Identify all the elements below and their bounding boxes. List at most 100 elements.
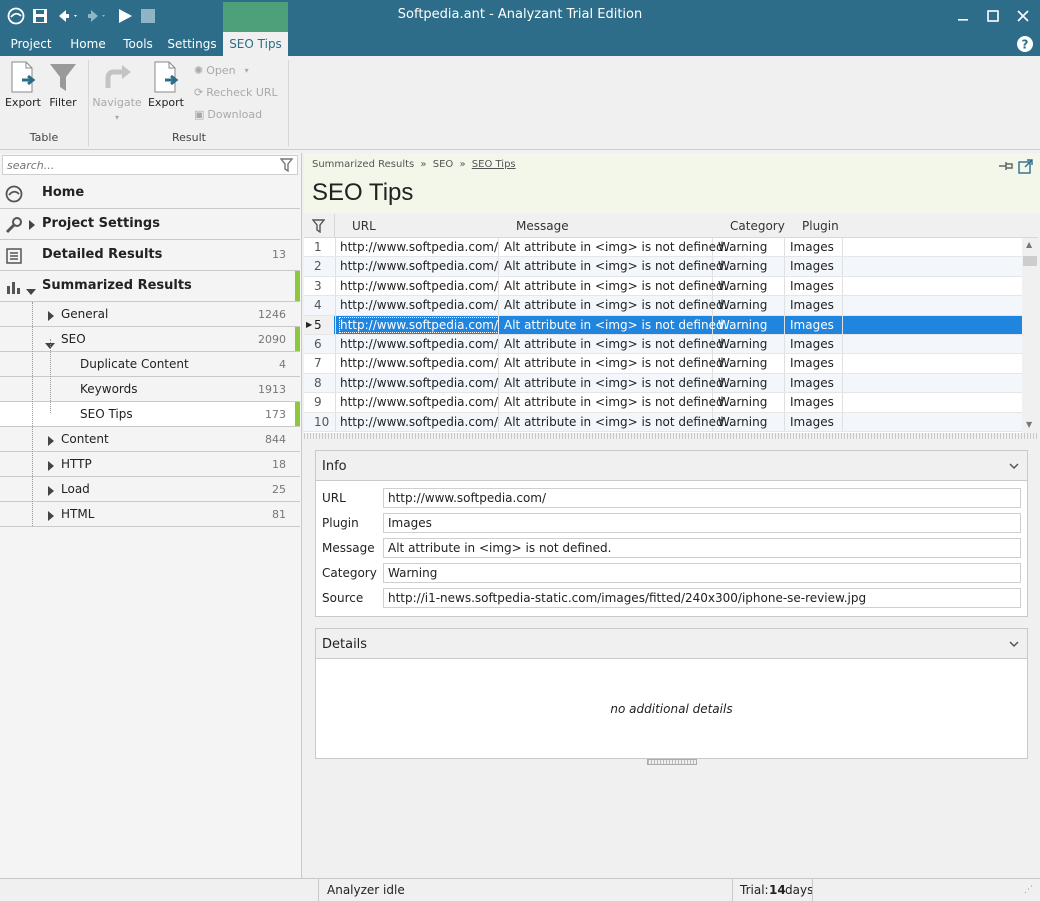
scroll-up-icon[interactable]: ▲ [1026, 240, 1032, 249]
cell-plugin[interactable]: Images [790, 356, 834, 370]
expand-icon[interactable] [48, 460, 54, 474]
cell-category[interactable]: Warning [718, 259, 767, 273]
minimize-icon[interactable] [950, 6, 976, 26]
cell-message[interactable]: Alt attribute in <img> is not defined. [504, 356, 727, 370]
table-row[interactable]: 10 http://www.softpedia.com/Alt attribute… [304, 412, 1022, 432]
info-panel-header[interactable]: Info [316, 451, 1027, 481]
nav-keywords[interactable]: Keywords 1913 [0, 377, 300, 402]
cell-plugin[interactable]: Images [790, 415, 834, 429]
cell-plugin[interactable]: Images [790, 279, 834, 293]
grid-scrollbar[interactable]: ▲ ▼ [1022, 238, 1038, 433]
nav-load[interactable]: Load 25 [0, 477, 300, 502]
table-row[interactable]: 2 http://www.softpedia.com/Alt attribute … [304, 257, 1022, 277]
chevron-down-icon[interactable] [1009, 460, 1019, 475]
cell-url[interactable]: http://www.softpedia.com/ [340, 395, 498, 409]
splitter[interactable] [304, 433, 1038, 439]
menu-project[interactable]: Project [4, 32, 58, 56]
menu-seo-tips[interactable]: SEO Tips [223, 32, 288, 56]
close-icon[interactable] [1010, 6, 1036, 26]
cell-message[interactable]: Alt attribute in <img> is not defined. [504, 376, 727, 390]
nav-home[interactable]: Home [0, 178, 300, 209]
resize-grip-icon[interactable]: ⋰ [1024, 885, 1033, 895]
search-input[interactable] [3, 156, 263, 174]
table-row[interactable]: 3 http://www.softpedia.com/Alt attribute … [304, 276, 1022, 297]
nav-duplicate-content[interactable]: Duplicate Content 4 [0, 352, 300, 377]
collapse-icon[interactable] [26, 284, 36, 299]
cell-url[interactable]: http://www.softpedia.com/ [340, 376, 498, 390]
cell-plugin[interactable]: Images [790, 395, 834, 409]
menu-home[interactable]: Home [64, 32, 112, 56]
popout-icon[interactable] [1018, 159, 1033, 177]
export-result-button[interactable]: Export [146, 60, 186, 109]
filter-button[interactable]: Filter [46, 60, 80, 109]
expand-icon[interactable] [29, 219, 35, 234]
breadcrumb-seo[interactable]: SEO [433, 159, 454, 170]
nav-content[interactable]: Content 844 [0, 427, 300, 452]
cell-url[interactable]: http://www.softpedia.com/ [338, 316, 500, 333]
cell-url[interactable]: http://www.softpedia.com/ [340, 356, 498, 370]
cell-url[interactable]: http://www.softpedia.com/ [340, 337, 498, 351]
nav-project-settings[interactable]: Project Settings [0, 209, 300, 240]
help-icon[interactable]: ? [1016, 35, 1034, 56]
breadcrumb-seo-tips[interactable]: SEO Tips [472, 159, 516, 170]
cell-message[interactable]: Alt attribute in <img> is not defined. [504, 337, 727, 351]
cell-plugin[interactable]: Images [790, 337, 834, 351]
cell-plugin[interactable]: Images [790, 259, 834, 273]
cell-plugin[interactable]: Images [790, 376, 834, 390]
scroll-thumb[interactable] [1023, 256, 1037, 266]
cell-message[interactable]: Alt attribute in <img> is not defined. [504, 415, 727, 429]
export-table-button[interactable]: Export [4, 60, 42, 109]
cell-message[interactable]: Alt attribute in <img> is not defined. [504, 259, 727, 273]
table-row[interactable]: 8 http://www.softpedia.com/Alt attribute … [304, 373, 1022, 394]
expand-icon[interactable] [48, 485, 54, 499]
cell-category[interactable]: Warning [718, 356, 767, 370]
cell-category[interactable]: Warning [718, 298, 767, 312]
nav-html[interactable]: HTML 81 [0, 502, 300, 527]
scroll-down-icon[interactable]: ▼ [1026, 420, 1032, 429]
nav-seo-tips[interactable]: SEO Tips 173 [0, 402, 300, 427]
breadcrumb-summarized[interactable]: Summarized Results [312, 159, 414, 170]
cell-plugin[interactable]: Images [790, 318, 834, 332]
column-header-category[interactable]: Category [730, 219, 785, 233]
column-header-message[interactable]: Message [516, 219, 569, 233]
source-field[interactable]: http://i1-news.softpedia-static.com/imag… [383, 588, 1021, 608]
cell-message[interactable]: Alt attribute in <img> is not defined. [504, 318, 727, 332]
cell-category[interactable]: Warning [718, 415, 767, 429]
details-panel-header[interactable]: Details [316, 629, 1027, 659]
chevron-down-icon[interactable] [1009, 638, 1019, 653]
url-field[interactable]: http://www.softpedia.com/ [383, 488, 1021, 508]
column-header-url[interactable]: URL [352, 219, 376, 233]
table-row[interactable]: 1 http://www.softpedia.com/Alt attribute … [304, 238, 1022, 258]
navigate-button[interactable]: Navigate ▾ [92, 60, 142, 122]
cell-message[interactable]: Alt attribute in <img> is not defined. [504, 240, 727, 254]
expand-icon[interactable] [48, 310, 54, 324]
cell-plugin[interactable]: Images [790, 240, 834, 254]
download-button[interactable]: ▣ Download [194, 106, 262, 124]
table-row[interactable]: 7 http://www.softpedia.com/Alt attribute … [304, 354, 1022, 374]
menu-settings[interactable]: Settings [166, 32, 218, 56]
expand-icon[interactable] [48, 510, 54, 524]
cell-url[interactable]: http://www.softpedia.com/ [340, 240, 498, 254]
cell-category[interactable]: Warning [718, 318, 767, 332]
column-header-plugin[interactable]: Plugin [802, 219, 839, 233]
nav-http[interactable]: HTTP 18 [0, 452, 300, 477]
table-row[interactable]: ▶ 5 http://www.softpedia.com/Alt attribute… [304, 315, 1022, 335]
cell-message[interactable]: Alt attribute in <img> is not defined. [504, 279, 727, 293]
open-button[interactable]: ✺ Open ▾ [194, 62, 249, 80]
details-resize-handle[interactable] [647, 759, 697, 765]
pin-icon[interactable] [998, 160, 1014, 175]
table-row[interactable]: 6 http://www.softpedia.com/Alt attribute … [304, 335, 1022, 355]
table-row[interactable]: 4 http://www.softpedia.com/Alt attribute … [304, 296, 1022, 316]
menu-tools[interactable]: Tools [116, 32, 160, 56]
plugin-field[interactable]: Images [383, 513, 1021, 533]
nav-summarized-results[interactable]: Summarized Results [0, 271, 300, 302]
expand-icon[interactable] [48, 435, 54, 449]
cell-category[interactable]: Warning [718, 337, 767, 351]
cell-category[interactable]: Warning [718, 376, 767, 390]
table-row[interactable]: 9 http://www.softpedia.com/Alt attribute … [304, 393, 1022, 413]
nav-seo[interactable]: SEO 2090 [0, 327, 300, 352]
nav-general[interactable]: General 1246 [0, 302, 300, 327]
cell-url[interactable]: http://www.softpedia.com/ [340, 415, 498, 429]
recheck-url-button[interactable]: ⟳ Recheck URL [194, 84, 278, 102]
cell-url[interactable]: http://www.softpedia.com/ [340, 279, 498, 293]
